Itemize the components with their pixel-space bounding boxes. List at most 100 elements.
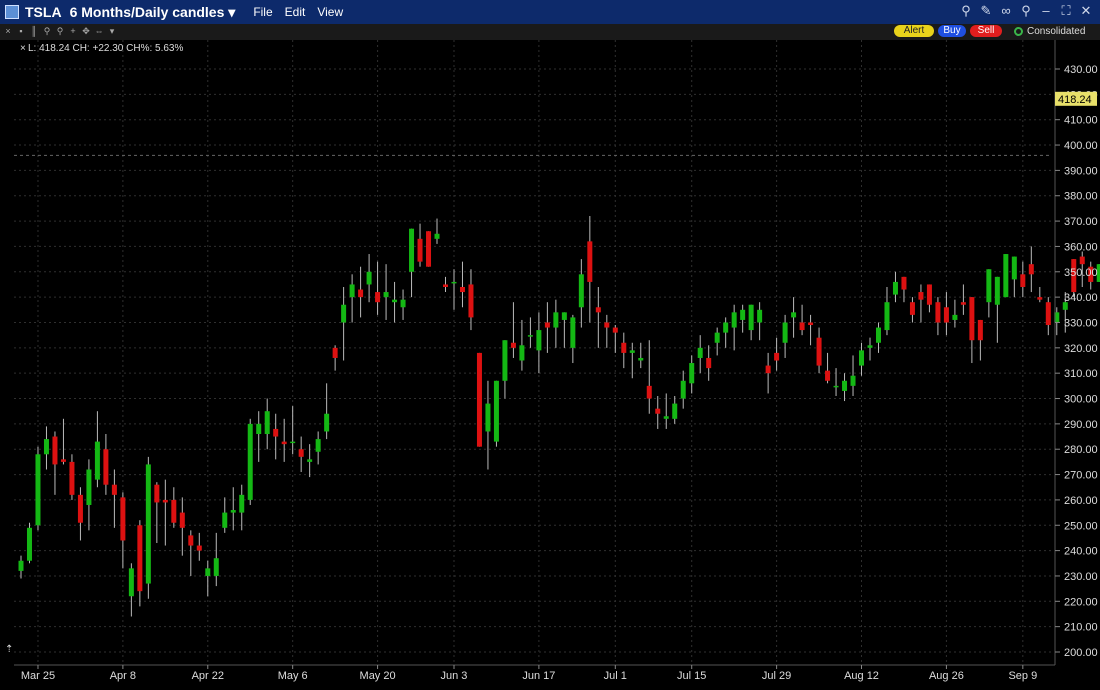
candle-body [578,274,584,308]
candle-body [663,416,669,419]
candle-body [612,327,618,333]
x-tick-label: Jun 3 [441,670,468,682]
candle-body [451,281,457,284]
candle-body [332,347,338,358]
title-bar: TSLA 6 Months/Daily candles ▾ File Edit … [0,0,1100,24]
candle-body [77,494,83,523]
candle-body [884,302,890,331]
link-icon[interactable]: ∞ [998,3,1014,19]
candle [476,352,482,447]
timeframe-selector[interactable]: 6 Months/Daily candles ▾ [70,4,236,21]
menu-edit[interactable]: Edit [285,5,306,19]
y-tick-label: 270.00 [1064,470,1098,482]
alert-button[interactable]: Alert [894,25,934,37]
y-tick-label: 380.00 [1064,191,1098,203]
candle-body [926,284,932,305]
candle-body [994,276,1000,305]
candle-body [527,335,533,337]
symbol-label[interactable]: TSLA [25,4,62,20]
candle-body [740,309,746,320]
consolidated-icon [1014,27,1023,36]
candle-body [587,241,593,282]
y-tick-label: 230.00 [1064,571,1098,583]
candle-body [400,299,406,308]
candle-body [655,408,661,414]
candle-body [315,439,321,452]
candle-body [264,411,270,435]
candle-body [409,228,415,272]
candle-body [111,484,117,495]
candle-body [120,497,126,541]
candle [426,231,432,267]
candle-body [459,286,465,293]
candle-body [196,545,202,551]
y-tick-label: 340.00 [1064,292,1098,304]
candle-body [69,461,75,495]
bars-icon[interactable]: ║ [29,25,39,38]
candle-body [969,297,975,341]
candle-body [1037,297,1043,300]
menu-file[interactable]: File [253,5,272,19]
candle-body [960,302,966,305]
y-tick-label: 390.00 [1064,165,1098,177]
candle-body [307,459,313,462]
candle-body [341,304,347,323]
y-tick-label: 200.00 [1064,647,1098,659]
scroll-icon[interactable]: ⇔ [94,25,104,38]
price-chart[interactable]: 200.00 210.00 220.00 230.00 240.00 250.00 260.… [0,40,1100,690]
candle-body [901,276,907,290]
candle-body [799,322,805,331]
candle-body [366,271,372,285]
candle-body [842,380,848,391]
y-tick-label: 350.00 [1064,267,1098,279]
candle-body [782,322,788,343]
candle-body [595,307,601,313]
timeframe-label: 6 Months/Daily candles [69,3,225,20]
buy-button[interactable]: Buy [938,25,966,37]
candle-body [510,342,516,348]
candle-body [103,449,109,485]
candle-body [977,319,983,341]
candle-body [604,322,610,328]
zoom-out-icon[interactable]: ⚲ [55,25,65,38]
candle-body [468,284,474,318]
scale-icon[interactable]: ⇡ [5,644,13,655]
candle-body [935,302,941,323]
candle-body [867,345,873,348]
candle-body [646,385,652,399]
more-icon[interactable]: ▾ [107,25,117,38]
legend-close-icon[interactable]: × [20,43,26,54]
candle-body [892,281,898,295]
crosshair-icon[interactable]: + [68,25,78,38]
candle-body [918,292,924,300]
save-icon[interactable]: ▪ [16,25,26,38]
candle-body [986,269,992,303]
candle-body [1003,254,1009,298]
wrench-icon[interactable]: ✎ [978,3,994,19]
candle-body [808,322,814,326]
candle-body [222,512,228,528]
maximize-icon[interactable]: ⛶ [1058,3,1074,19]
minimize-icon[interactable]: – [1038,3,1054,19]
sell-button[interactable]: Sell [970,25,1002,37]
y-tick-label: 240.00 [1064,546,1098,558]
candle-body [859,350,865,366]
close-icon[interactable]: ✕ [1078,3,1094,19]
candle-body [476,352,482,447]
candle-body [774,352,780,361]
close-small-icon[interactable]: × [3,25,13,38]
candle-body [324,413,330,432]
candle-body [909,302,915,315]
menu-view[interactable]: View [317,5,343,19]
pin-icon[interactable]: ⚲ [1018,3,1034,19]
candle-body [723,322,729,333]
move-icon[interactable]: ✥ [81,25,91,38]
consolidated-toggle[interactable]: Consolidated [1014,25,1085,38]
candle-body [94,441,100,480]
zoom-in-icon[interactable]: ⚲ [42,25,52,38]
x-tick-label: Aug 12 [844,670,879,682]
search-icon[interactable]: ⚲ [958,3,974,19]
y-tick-label: 330.00 [1064,317,1098,329]
y-tick-label: 410.00 [1064,115,1098,127]
y-tick-label: 430.00 [1064,64,1098,76]
